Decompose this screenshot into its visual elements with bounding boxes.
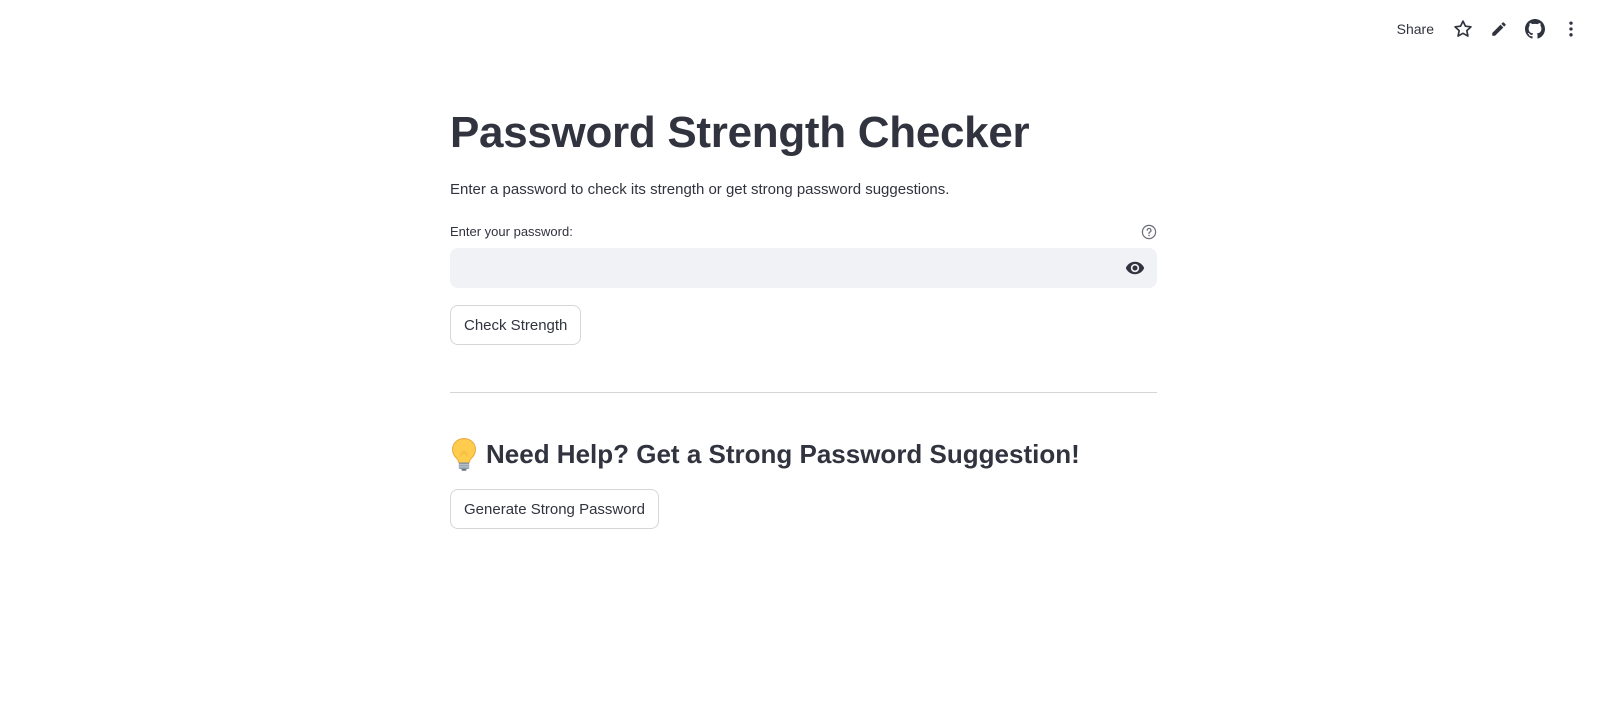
star-icon[interactable] [1448,14,1478,44]
page-title: Password Strength Checker [450,108,1030,157]
pencil-icon[interactable] [1484,14,1514,44]
section-divider [450,392,1157,393]
github-icon[interactable] [1520,14,1550,44]
help-circle-icon[interactable] [1141,224,1157,240]
check-strength-button[interactable]: Check Strength [450,305,582,345]
more-vertical-icon[interactable] [1556,14,1586,44]
suggestion-heading: Need Help? Get a Strong Password Suggest… [450,437,1080,471]
page-subtitle: Enter a password to check its strength o… [450,181,950,198]
password-input-container [450,248,1157,288]
password-input[interactable] [450,248,1090,288]
top-toolbar: Share [1389,14,1586,44]
suggestion-heading-text: Need Help? Get a Strong Password Suggest… [486,438,1080,469]
share-button[interactable]: Share [1389,17,1442,41]
lightbulb-icon [451,437,477,471]
generate-password-button[interactable]: Generate Strong Password [450,489,659,529]
eye-icon[interactable] [1125,258,1145,278]
password-field-label: Enter your password: [450,224,573,239]
